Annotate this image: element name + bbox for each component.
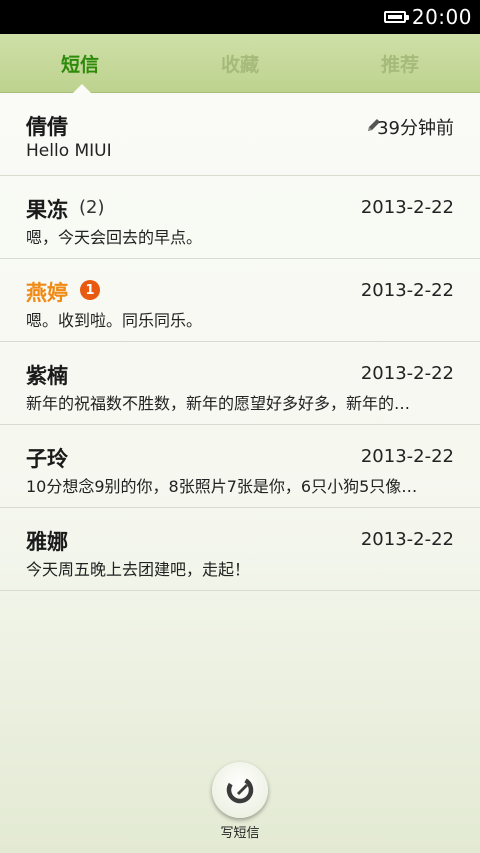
compose-pen-icon: [226, 776, 254, 804]
message-snippet: 10分想念9别的你，8张照片7张是你，6只小狗5只像…: [26, 477, 418, 496]
compose-label: 写短信: [220, 826, 260, 841]
conversation-row[interactable]: 果冻 (2) 2013-2-22 嗯，今天会回去的早点。: [0, 176, 480, 259]
contact-name: 果冻: [26, 198, 68, 222]
message-time: 2013-2-22: [360, 197, 454, 218]
conversation-row[interactable]: 雅娜 2013-2-22 今天周五晚上去团建吧，走起！: [0, 508, 480, 591]
contact-name: 子玲: [26, 447, 68, 471]
tab-favorites[interactable]: 收藏: [160, 34, 320, 92]
message-snippet: 嗯，今天会回去的早点。: [26, 228, 203, 247]
status-time: 20:00: [411, 5, 472, 29]
status-bar: 20:00: [0, 0, 480, 34]
contact-name: 燕婷: [26, 281, 68, 305]
unread-badge: 1: [80, 280, 100, 300]
tab-recommended[interactable]: 推荐: [320, 34, 480, 92]
message-time: 2013-2-22: [360, 529, 454, 550]
message-snippet: Hello MIUI: [26, 141, 112, 161]
message-time: 2013-2-22: [360, 446, 454, 467]
active-tab-pointer: [73, 84, 91, 93]
message-time: 39分钟前: [377, 118, 454, 139]
compose-button[interactable]: [212, 762, 268, 818]
conversation-row[interactable]: 子玲 2013-2-22 10分想念9别的你，8张照片7张是你，6只小狗5只像…: [0, 425, 480, 508]
message-snippet: 新年的祝福数不胜数，新年的愿望好多好多，新年的…: [26, 394, 411, 413]
contact-name: 紫楠: [26, 364, 68, 388]
message-count: (2): [79, 197, 105, 218]
contact-name: 倩倩: [26, 115, 68, 139]
message-time: 2013-2-22: [360, 363, 454, 384]
conversation-list: 倩倩 39分钟前 Hello MIUI 果冻 (2) 2013-2-22 嗯，今…: [0, 93, 480, 591]
conversation-row[interactable]: 紫楠 2013-2-22 新年的祝福数不胜数，新年的愿望好多好多，新年的…: [0, 342, 480, 425]
message-snippet: 嗯。收到啦。同乐同乐。: [26, 311, 203, 330]
conversation-row[interactable]: 倩倩 39分钟前 Hello MIUI: [0, 93, 480, 176]
battery-icon: [383, 11, 409, 23]
message-snippet: 今天周五晚上去团建吧，走起！: [26, 560, 251, 579]
tab-bar: 短信 收藏 推荐: [0, 34, 480, 93]
message-time: 2013-2-22: [360, 280, 454, 301]
conversation-row[interactable]: 燕婷 1 2013-2-22 嗯。收到啦。同乐同乐。: [0, 259, 480, 342]
contact-name: 雅娜: [26, 530, 68, 554]
